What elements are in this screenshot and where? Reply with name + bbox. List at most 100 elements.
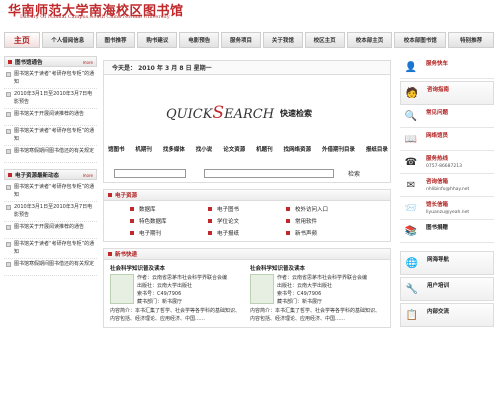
list-item[interactable]: 图书馆关于读者“考研存包专柜”的通知	[4, 69, 97, 89]
user-training[interactable]: 🔧 用户培训	[400, 277, 494, 301]
book-publisher: 出版社：云南大学出版社	[277, 283, 333, 289]
left-column: 图书馆通告 more 图书馆关于读者“考研存包专柜”的通知 2010年3月1日至…	[4, 56, 97, 278]
quick-search-title: 快速检索	[280, 109, 312, 118]
faq[interactable]: 🔍 常见问题	[400, 105, 494, 128]
book-card[interactable]: 社会科学知识普及读本 作者：云南省思茅市社会科学界联合会编 出版社：云南大学出版…	[247, 262, 387, 325]
qs-link-web-resources[interactable]: 找网络资源	[284, 145, 312, 153]
librarian-icon: 📖	[404, 133, 418, 145]
list-item[interactable]: 图书馆关于开展阅读推荐的通告	[4, 109, 97, 126]
book-card[interactable]: 社会科学知识普及读本 作者：云南省思茅市社会科学界联合会编 出版社：云南大学出版…	[107, 262, 247, 325]
book-cover[interactable]	[110, 274, 134, 304]
list-item[interactable]: 2010年3月1日至2010年3月7日电影预告	[4, 202, 97, 222]
qs-link-library-books[interactable]: 馆图书	[108, 145, 125, 153]
square-bullet-icon	[286, 207, 290, 211]
consult-guide[interactable]: 🧑 咨询指南	[400, 81, 494, 105]
doc-icon	[6, 112, 11, 117]
right-column: 👤 服务快车 🧑 咨询指南 🔍 常见问题 📖 网络馆员 ☎ 服务热线 0757-8…	[400, 56, 494, 327]
internal-exchange[interactable]: 📋 内部交流	[400, 303, 494, 327]
nav-main-campus-home[interactable]: 校本部主页	[346, 32, 393, 48]
search-input[interactable]	[204, 169, 334, 178]
main-nav: 主页 个人借阅信息 图书推荐 购书建议 电影预告 服务项目 关于我馆 校区主页 …	[0, 32, 500, 48]
list-item[interactable]: 图书馆关于读者“考研存包专柜”的通知	[4, 182, 97, 202]
book-author: 作者：云南省思茅市社会科学界联合会编	[137, 275, 228, 281]
notice-list: 图书馆关于读者“考研存包专柜”的通知 2010年3月1日至2010年3月7日电影…	[4, 67, 97, 165]
web-navigation[interactable]: 🌐 网海导航	[400, 251, 494, 275]
nav-services[interactable]: 服务项目	[221, 32, 261, 48]
qs-link-newspaper-catalog[interactable]: 报纸目录	[366, 145, 388, 153]
service-express[interactable]: 👤 服务快车	[400, 56, 494, 79]
eres-audio[interactable]: 新书声频	[286, 229, 390, 237]
square-bullet-icon	[286, 219, 290, 223]
nav-movie-preview[interactable]: 电影预告	[179, 32, 220, 48]
director-mailbox[interactable]: 📨 馆长信箱 liyuanzu@yeah.net	[400, 197, 494, 220]
eres-grid: 数据库 电子图书 校外访问入口 特色数据库 学位论文 常用软件 电子期刊 电子报…	[104, 201, 390, 241]
bullet-icon	[8, 59, 12, 64]
nav-special-recommend[interactable]: 特别推荐	[448, 32, 494, 48]
nav-about[interactable]: 关于我馆	[262, 32, 303, 48]
phone-icon: ☎	[404, 156, 418, 168]
exchange-icon: 📋	[405, 309, 419, 321]
list-item[interactable]: 图书馆关于读者“考研存包专柜”的通知	[4, 239, 97, 259]
qs-link-thesis[interactable]: 论文资源	[223, 145, 245, 153]
eres-news-list: 图书馆关于读者“考研存包专柜”的通知 2010年3月1日至2010年3月7日电影…	[4, 180, 97, 278]
search-button[interactable]: 检索	[348, 169, 360, 178]
consult-mailbox[interactable]: ✉ 咨询信箱 nhlibinfo@hhay.net	[400, 174, 494, 197]
nav-campus-home[interactable]: 校区主页	[304, 32, 345, 48]
web-librarian[interactable]: 📖 网络馆员	[400, 128, 494, 151]
eres-news-panel-header: 电子资源最新动态 more	[4, 169, 97, 180]
book-donation[interactable]: 📚 图书捐赠	[400, 220, 494, 243]
square-bullet-icon	[130, 207, 134, 211]
eres-thesis[interactable]: 学位论文	[208, 217, 286, 225]
nav-purchase-suggest[interactable]: 购书建议	[137, 32, 178, 48]
notice-more-link[interactable]: more	[83, 60, 93, 65]
newbooks-section: 新书快递 社会科学知识普及读本 作者：云南省思茅市社会科学界联合会编 出版社：云…	[103, 248, 391, 328]
doc-icon	[6, 242, 11, 247]
search-type-select[interactable]	[114, 169, 186, 178]
nav-book-recommend[interactable]: 图书推荐	[95, 32, 136, 48]
eres-news-more-link[interactable]: more	[83, 173, 93, 178]
qs-link-novels[interactable]: 找小说	[196, 145, 213, 153]
eres-ebook[interactable]: 电子图书	[208, 205, 286, 213]
book-desc: 内容简介：本书汇集了哲学、社会学等各学科的基础知识、内容包括、经济理论、应用经济…	[250, 308, 381, 322]
book-title[interactable]: 社会科学知识普及读本	[250, 264, 384, 272]
square-bullet-icon	[286, 231, 290, 235]
person-icon: 👤	[404, 61, 418, 73]
date-bar: 今天是： 2010 年 3 月 8 日 星期一	[103, 60, 391, 75]
eres-ejournal[interactable]: 电子期刊	[130, 229, 208, 237]
book-location: 藏书部门：新书展厅	[137, 299, 183, 305]
guide-icon: 🧑	[405, 87, 419, 99]
qs-link-journals[interactable]: 机题刊	[256, 145, 273, 153]
quick-search-panel: QUICKSEARCH 快速检索 馆图书 机期刊 找多媒体 找小说 论文资源 机…	[103, 75, 391, 183]
eres-enewspaper[interactable]: 电子报纸	[208, 229, 286, 237]
doc-icon	[6, 205, 11, 210]
eres-section-title: 电子资源	[115, 193, 138, 199]
nav-home[interactable]: 主页	[4, 32, 40, 48]
eres-section-header: 电子资源	[104, 190, 390, 201]
list-item[interactable]: 图书馆关于读者“考研存包专柜”的通知	[4, 126, 97, 146]
doc-icon	[6, 262, 11, 267]
list-item[interactable]: 2010年3月1日至2010年3月7日电影预告	[4, 89, 97, 109]
list-item[interactable]: 图书馆关于开展阅读推荐的通告	[4, 222, 97, 239]
book-title[interactable]: 社会科学知识普及读本	[110, 264, 244, 272]
qs-link-lending-catalog[interactable]: 外借期刊目录	[322, 145, 355, 153]
book-cover[interactable]	[250, 274, 274, 304]
list-item[interactable]: 图书馆寒假期间图书借还的有关规定	[4, 259, 97, 276]
qs-link-multimedia[interactable]: 找多媒体	[163, 145, 185, 153]
nav-main-campus-library[interactable]: 校本部图书馆	[394, 32, 447, 48]
book-callno: 索书号：C49/7906	[137, 291, 182, 297]
doc-icon	[6, 185, 11, 190]
service-hotline[interactable]: ☎ 服务热线 0757-86687213	[400, 151, 494, 174]
eres-special-db[interactable]: 特色数据库	[130, 217, 208, 225]
library-subtitle: Library Of Nanhai Campus,South China Nor…	[20, 14, 170, 20]
square-bullet-icon	[130, 219, 134, 223]
newbooks-list: 社会科学知识普及读本 作者：云南省思茅市社会科学界联合会编 出版社：云南大学出版…	[104, 260, 390, 327]
notice-panel-title: 图书馆通告	[15, 59, 43, 66]
list-item[interactable]: 图书馆寒假期间图书借还的有关规定	[4, 146, 97, 163]
qs-link-periodicals[interactable]: 机期刊	[135, 145, 152, 153]
bullet-icon	[8, 172, 12, 177]
eres-database[interactable]: 数据库	[130, 205, 208, 213]
nav-personal-borrowing[interactable]: 个人借阅信息	[41, 32, 94, 48]
center-column: 今天是： 2010 年 3 月 8 日 星期一 QUICKSEARCH 快速检索…	[103, 60, 391, 328]
eres-software[interactable]: 常用软件	[286, 217, 390, 225]
eres-offcampus[interactable]: 校外访问入口	[286, 205, 390, 213]
